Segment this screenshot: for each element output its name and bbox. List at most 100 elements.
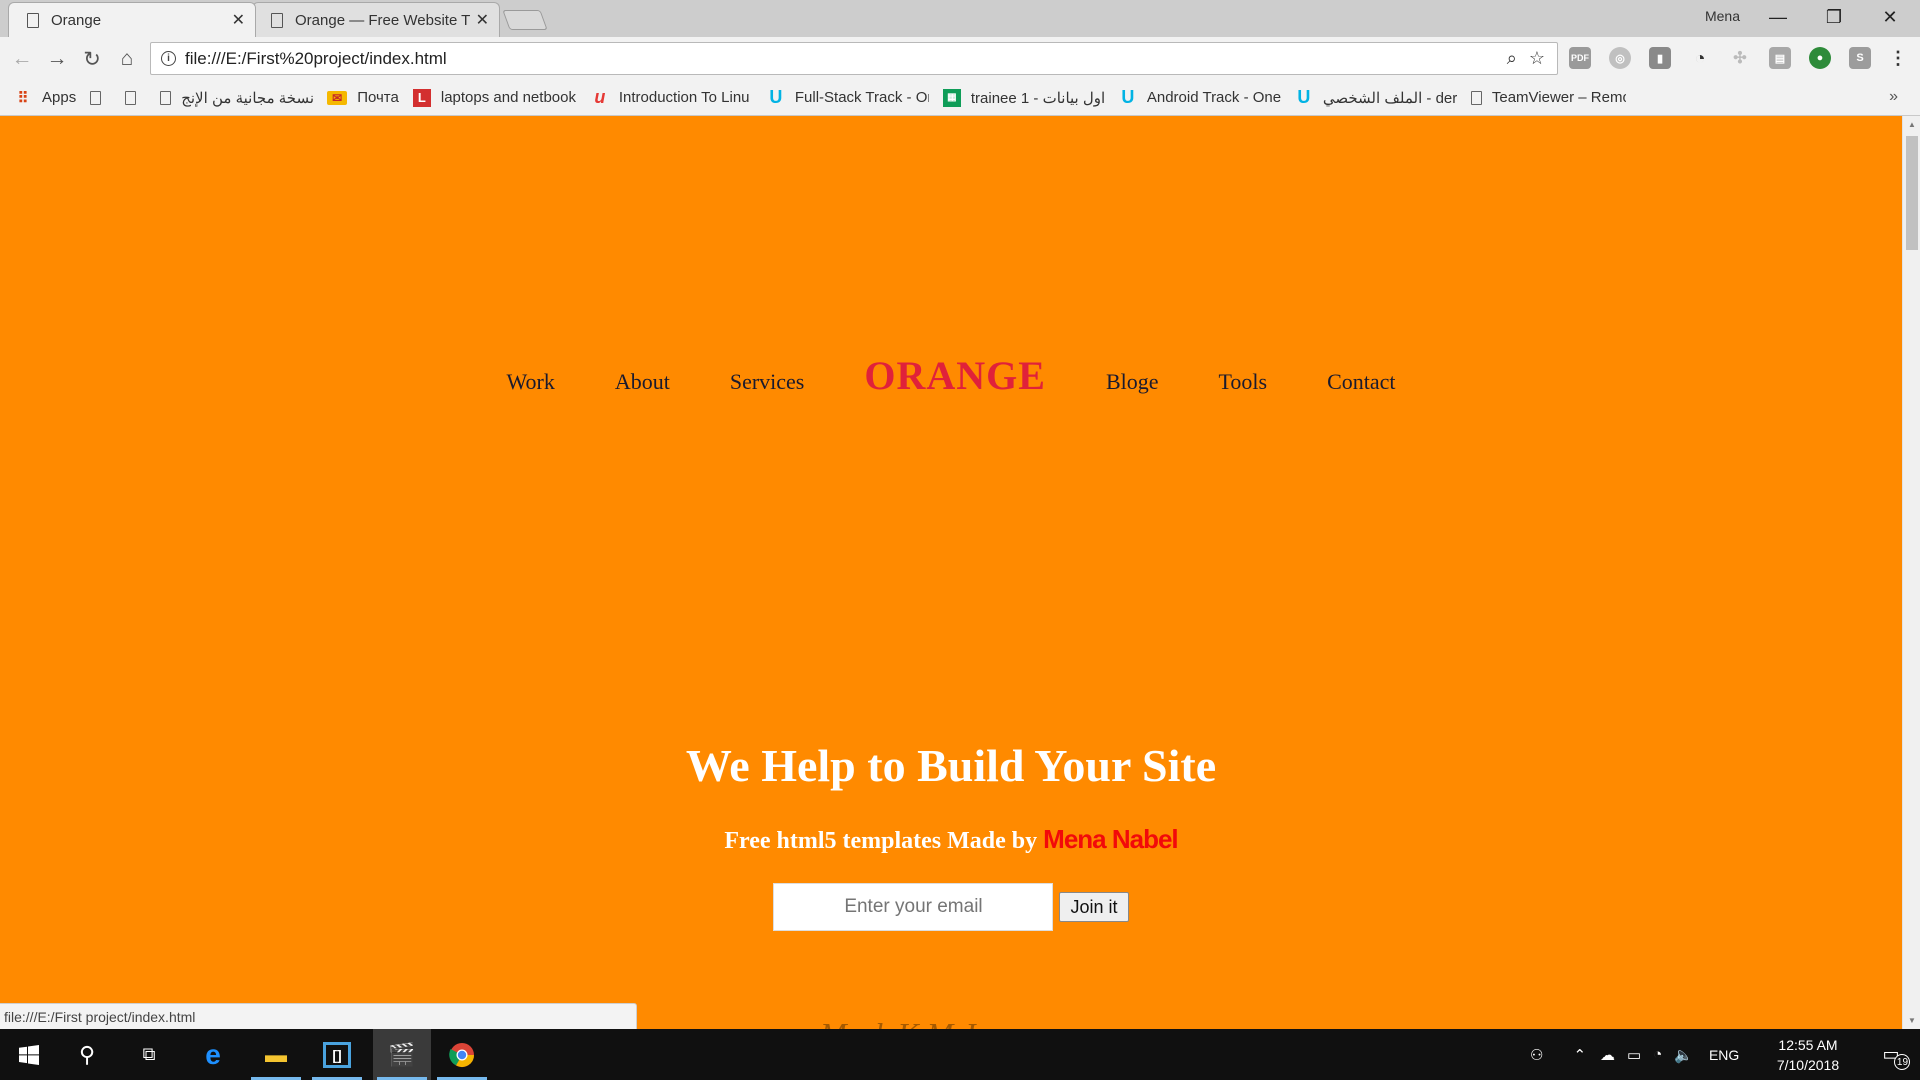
nav-link-work[interactable]: Work xyxy=(506,369,554,395)
restore-icon[interactable]: ❐ xyxy=(1806,0,1862,34)
tab-orange[interactable]: Orange ✕ xyxy=(8,2,256,37)
scroll-down-icon[interactable]: ▼ xyxy=(1903,1012,1920,1029)
page-icon xyxy=(125,90,137,105)
speedometer-icon[interactable]: ◔ xyxy=(1689,47,1711,69)
close-window-icon[interactable]: ✕ xyxy=(1862,0,1918,34)
bookmark-item[interactable]: U Full-Stack Track - On xyxy=(767,87,929,107)
site-nav: Work About Services ORANGE Bloge Tools C… xyxy=(0,352,1902,399)
status-bubble: file:///E:/First project/index.html xyxy=(0,1003,637,1030)
bookmark-item[interactable]: L laptops and netbook xyxy=(412,88,577,107)
bookmark-item[interactable] xyxy=(90,90,111,105)
notifications-icon[interactable]: ▭ 19 xyxy=(1862,1029,1920,1080)
bookmark-item[interactable]: نسخة مجانية من الإنج xyxy=(160,89,313,107)
hero-subtitle-text: Free html5 templates Made by xyxy=(724,828,1044,854)
bookmark-item[interactable]: TeamViewer – Remo xyxy=(1470,89,1626,106)
page-icon xyxy=(1470,90,1482,105)
join-button[interactable]: Join it xyxy=(1059,892,1129,922)
file-explorer-icon[interactable]: ▬ xyxy=(247,1029,305,1080)
forward-icon[interactable]: → xyxy=(43,45,71,73)
clock[interactable]: 12:55 AM 7/10/2018 xyxy=(1760,1035,1856,1075)
reload-icon[interactable]: ↻ xyxy=(78,45,106,73)
close-tab-icon[interactable]: ✕ xyxy=(232,10,245,30)
bookmark-item[interactable]: U Android Track - One xyxy=(1119,87,1281,107)
people-icon[interactable]: ⚇ xyxy=(1530,1046,1543,1064)
bookmark-star-icon[interactable]: ☆ xyxy=(1529,48,1545,69)
bookmark-item[interactable] xyxy=(125,90,146,105)
hero-subtitle: Free html5 templates Made by Mena Nabel xyxy=(0,824,1902,855)
nav-link-services[interactable]: Services xyxy=(730,369,805,395)
new-tab-button[interactable] xyxy=(502,10,548,30)
home-icon[interactable]: ⌂ xyxy=(113,45,141,73)
site-info-icon[interactable]: i xyxy=(161,51,176,66)
bookmark-item[interactable]: ✉ Почта xyxy=(327,89,399,106)
mail-icon: ✉ xyxy=(327,90,348,105)
edge-icon[interactable]: e xyxy=(184,1029,242,1080)
bookmark-item[interactable]: u Introduction To Linu xyxy=(591,87,753,107)
onedrive-icon[interactable]: ☁ xyxy=(1600,1046,1615,1064)
signup-form: Join it xyxy=(0,883,1902,931)
site-logo[interactable]: ORANGE xyxy=(864,352,1046,399)
tab-orange-free-website[interactable]: Orange — Free Website T ✕ xyxy=(252,2,500,37)
movie-maker-icon[interactable]: 🎬 xyxy=(373,1029,431,1080)
clock-time: 12:55 AM xyxy=(1778,1037,1838,1053)
language-indicator[interactable]: ENG xyxy=(1709,1047,1739,1063)
nav-link-about[interactable]: About xyxy=(615,369,670,395)
nav-link-contact[interactable]: Contact xyxy=(1327,369,1395,395)
more-bookmarks-icon[interactable]: » xyxy=(1889,88,1898,106)
page-icon xyxy=(271,12,283,28)
pdf-extension-icon[interactable]: PDF xyxy=(1569,47,1591,69)
author-name: Mena Nabel xyxy=(1043,824,1178,854)
printer-extension-icon[interactable]: ▤ xyxy=(1769,47,1791,69)
tab-title: Orange — Free Website T xyxy=(295,11,470,29)
email-input[interactable] xyxy=(773,883,1054,931)
scroll-thumb[interactable] xyxy=(1906,136,1918,250)
menu-icon[interactable]: ⋮ xyxy=(1887,47,1909,69)
search-icon[interactable]: ⚲ xyxy=(58,1029,116,1080)
puzzle-extension-icon[interactable]: ✣ xyxy=(1729,47,1751,69)
l-logo-icon: L xyxy=(412,88,431,107)
globe-extension-icon[interactable]: ● xyxy=(1809,47,1831,69)
page-scrollbar[interactable]: ▲ ▼ xyxy=(1902,116,1920,1029)
system-tray: ⚇ ⌃ ☁ ▭ ◔ 🔈 ENG xyxy=(1530,1029,1739,1080)
browser-toolbar: ← → ↻ ⌂ i file:///E:/First%20project/ind… xyxy=(0,37,1920,80)
notifications-count: 19 xyxy=(1894,1054,1911,1070)
back-icon[interactable]: ← xyxy=(8,45,36,73)
wifi-icon[interactable]: ◔ xyxy=(1653,1046,1662,1063)
windows-taskbar: ⚲ ⧉ e ▬ [] 🎬 ⚇ ⌃ ☁ ▭ ◔ 🔈 ENG 12:55 AM 7/… xyxy=(0,1029,1920,1080)
bookmark-apps[interactable]: ⠿ Apps xyxy=(14,89,77,107)
nav-link-bloge[interactable]: Bloge xyxy=(1106,369,1159,395)
bookmark-extension-icon[interactable]: ▮ xyxy=(1649,47,1671,69)
volume-icon[interactable]: 🔈 xyxy=(1674,1046,1693,1064)
chrome-icon[interactable] xyxy=(433,1029,491,1080)
page-icon xyxy=(90,90,102,105)
app-window-icon[interactable]: [] xyxy=(308,1029,366,1080)
udacity-icon: U xyxy=(1121,87,1135,107)
address-url[interactable]: file:///E:/First%20project/index.html xyxy=(185,49,1507,69)
udacity-icon: U xyxy=(769,87,783,107)
windows-start-icon[interactable] xyxy=(0,1029,58,1080)
bookmark-item[interactable]: ▦ trainee 1 - اول بيانات xyxy=(942,88,1105,107)
nav-link-tools[interactable]: Tools xyxy=(1219,369,1268,395)
address-bar[interactable]: i file:///E:/First%20project/index.html … xyxy=(150,42,1558,75)
zoom-icon[interactable]: ⌕ xyxy=(1507,48,1517,69)
task-view-icon[interactable]: ⧉ xyxy=(120,1029,178,1080)
extension-icon[interactable]: ◎ xyxy=(1609,47,1631,69)
udacity-icon: U xyxy=(1297,87,1311,107)
tab-title: Orange xyxy=(51,11,102,29)
page-icon xyxy=(160,90,172,105)
bookmark-item[interactable]: U الملف الشخصي - ders xyxy=(1295,87,1457,107)
sheets-icon: ▦ xyxy=(942,88,961,107)
scroll-up-icon[interactable]: ▲ xyxy=(1903,116,1920,133)
apps-grid-icon: ⠿ xyxy=(17,89,29,107)
bookmarks-bar: ⠿ Apps نسخة مجانية من الإنج ✉ Почта L la… xyxy=(0,80,1920,116)
page-viewport: Work About Services ORANGE Bloge Tools C… xyxy=(0,116,1902,1029)
close-tab-icon[interactable]: ✕ xyxy=(476,10,489,30)
s-extension-icon[interactable]: S xyxy=(1849,47,1871,69)
minimize-icon[interactable]: — xyxy=(1750,0,1806,34)
profile-name[interactable]: Mena xyxy=(1705,8,1740,24)
hero-title: We Help to Build Your Site xyxy=(685,740,1217,791)
page-icon xyxy=(27,12,39,28)
tab-strip: Orange ✕ Orange — Free Website T ✕ Mena … xyxy=(0,0,1920,37)
battery-icon[interactable]: ▭ xyxy=(1627,1046,1641,1064)
chevron-up-icon[interactable]: ⌃ xyxy=(1573,1046,1586,1064)
